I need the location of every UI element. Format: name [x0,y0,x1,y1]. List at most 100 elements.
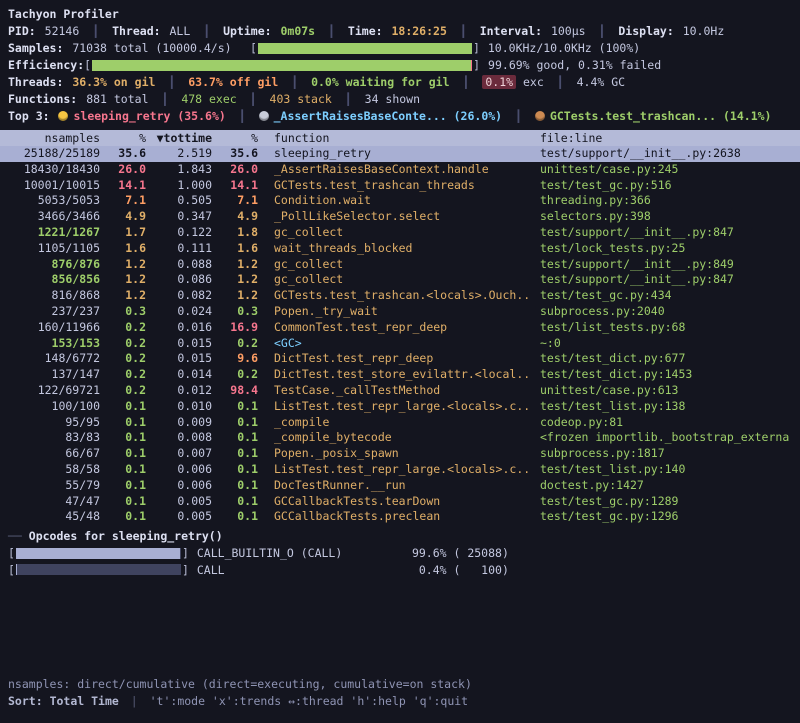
cell-sample-pct: 1.2 [100,288,146,304]
cell-cumulative-pct: 0.1 [212,509,258,525]
uptime-value: 0m07s [280,24,315,38]
table-row[interactable]: 100/100 0.1 0.010 0.1 ListTest.test_repr… [0,399,800,415]
separator: ┃ [161,92,168,106]
cell-nsamples: 153/153 [8,336,100,352]
cell-tottime: 1.000 [146,178,212,194]
cell-function: _compile_bytecode [274,430,532,446]
cell-function: DocTestRunner.__run [274,478,532,494]
table-row[interactable]: 1221/1267 1.7 0.122 1.8 gc_collect test/… [0,225,800,241]
table-row[interactable]: 237/237 0.3 0.024 0.3 Popen._try_wait su… [0,304,800,320]
cell-sample-pct: 0.2 [100,320,146,336]
cell-function: ListTest.test_repr_large.<locals>.c... [274,399,532,415]
cell-file-line: test/test_list.py:140 [540,462,792,478]
table-row[interactable]: 137/147 0.2 0.014 0.2 DictTest.test_stor… [0,367,800,383]
separator: ┃ [557,75,564,89]
table-row[interactable]: 876/876 1.2 0.088 1.2 gc_collect test/su… [0,257,800,273]
opcode-percent: 0.4% ( 100) [397,563,509,577]
table-row[interactable]: 5053/5053 7.1 0.505 7.1 Condition.wait t… [0,193,800,209]
cell-file-line: selectors.py:398 [540,209,792,225]
separator: ┃ [291,75,298,89]
col-header-cumulative-pct[interactable]: % [212,130,258,146]
table-row[interactable]: 95/95 0.1 0.009 0.1 _compile codeop.py:8… [0,415,800,431]
status-line: PID: 52146 ┃ Thread: ALL ┃ Uptime: 0m07s… [0,23,800,40]
cell-function: _compile [274,415,532,431]
cell-cumulative-pct: 9.6 [212,351,258,367]
cell-tottime: 0.012 [146,383,212,399]
table-row[interactable]: 3466/3466 4.9 0.347 4.9 _PollLikeSelecto… [0,209,800,225]
cell-function: gc_collect [274,225,532,241]
cell-function: DictTest.test_repr_deep [274,351,532,367]
table-row[interactable]: 25188/25189 35.6 2.519 35.6 sleeping_ret… [0,146,800,162]
threads-waiting-gil: 0.0% waiting for gil [311,75,449,89]
cell-file-line: subprocess.py:2040 [540,304,792,320]
function-table: nsamples % ▼tottime % function file:line… [0,130,800,525]
top-function-3: GCTests.test_trashcan... (14.1%) [550,109,772,123]
cell-nsamples: 160/11966 [8,320,100,336]
cell-tottime: 0.008 [146,430,212,446]
cell-sample-pct: 1.2 [100,257,146,273]
gold-medal-icon [58,111,68,121]
functions-total: 881 total [86,92,148,106]
cell-tottime: 0.082 [146,288,212,304]
cell-sample-pct: 35.6 [100,146,146,162]
key-hints: 't':mode 'x':trends ↔:thread 'h':help 'q… [150,694,469,708]
silver-medal-icon [259,111,269,121]
functions-label: Functions: [8,92,77,106]
cell-file-line: doctest.py:1427 [540,478,792,494]
cell-tottime: 0.015 [146,351,212,367]
table-row[interactable]: 45/48 0.1 0.005 0.1 GCCallbackTests.prec… [0,509,800,525]
cell-nsamples: 95/95 [8,415,100,431]
table-row[interactable]: 856/856 1.2 0.086 1.2 gc_collect test/su… [0,272,800,288]
opcode-bar-track [16,548,181,559]
table-row[interactable]: 83/83 0.1 0.008 0.1 _compile_bytecode <f… [0,430,800,446]
cell-cumulative-pct: 16.9 [212,320,258,336]
cell-file-line: test/lock_tests.py:25 [540,241,792,257]
table-row[interactable]: 18430/18430 26.0 1.843 26.0 _AssertRaise… [0,162,800,178]
cell-function: gc_collect [274,257,532,273]
cell-sample-pct: 0.1 [100,399,146,415]
cell-file-line: test/test_dict.py:677 [540,351,792,367]
col-header-tottime-sort[interactable]: ▼tottime [146,130,212,146]
threads-off-gil: 63.7% off gil [188,75,278,89]
col-header-function[interactable]: function [274,130,532,146]
table-row[interactable]: 66/67 0.1 0.007 0.1 Popen._posix_spawn s… [0,446,800,462]
cell-tottime: 0.015 [146,336,212,352]
cell-cumulative-pct: 0.1 [212,462,258,478]
cell-file-line: codeop.py:81 [540,415,792,431]
cell-cumulative-pct: 0.1 [212,415,258,431]
cell-file-line: subprocess.py:1817 [540,446,792,462]
cell-sample-pct: 0.2 [100,367,146,383]
table-row[interactable]: 122/69721 0.2 0.012 98.4 TestCase._callT… [0,383,800,399]
functions-shown: 34 shown [365,92,420,106]
table-row[interactable]: 58/58 0.1 0.006 0.1 ListTest.test_repr_l… [0,462,800,478]
cell-file-line: test/test_gc.py:1296 [540,509,792,525]
cell-file-line: unittest/case.py:613 [540,383,792,399]
functions-exec: 478 exec [181,92,236,106]
opcode-name: CALL_BUILTIN_O (CALL) [197,546,397,560]
cell-cumulative-pct: 0.2 [212,336,258,352]
cell-tottime: 0.014 [146,367,212,383]
cell-sample-pct: 26.0 [100,162,146,178]
table-row[interactable]: 148/6772 0.2 0.015 9.6 DictTest.test_rep… [0,351,800,367]
separator: ┃ [239,109,246,123]
cell-cumulative-pct: 1.6 [212,241,258,257]
table-row[interactable]: 47/47 0.1 0.005 0.1 GCCallbackTests.tear… [0,494,800,510]
cell-sample-pct: 0.2 [100,383,146,399]
table-row[interactable]: 153/153 0.2 0.015 0.2 <GC> ~:0 [0,336,800,352]
cell-sample-pct: 4.9 [100,209,146,225]
table-row[interactable]: 55/79 0.1 0.006 0.1 DocTestRunner.__run … [0,478,800,494]
top3-line: Top 3: sleeping_retry (35.6%) ┃ _AssertR… [0,108,800,125]
table-row[interactable]: 816/868 1.2 0.082 1.2 GCTests.test_trash… [0,288,800,304]
cell-nsamples: 10001/10015 [8,178,100,194]
opcode-bar-track [16,564,181,575]
cell-cumulative-pct: 4.9 [212,209,258,225]
separator: ┃ [345,92,352,106]
col-header-sample-pct[interactable]: % [100,130,146,146]
footer-keybar: Sort: Total Time | 't':mode 'x':trends ↔… [0,693,800,710]
table-row[interactable]: 10001/10015 14.1 1.000 14.1 GCTests.test… [0,178,800,194]
col-header-file-line[interactable]: file:line [540,130,792,146]
table-row[interactable]: 1105/1105 1.6 0.111 1.6 wait_threads_blo… [0,241,800,257]
col-header-nsamples[interactable]: nsamples [8,130,100,146]
cell-tottime: 0.007 [146,446,212,462]
table-row[interactable]: 160/11966 0.2 0.016 16.9 CommonTest.test… [0,320,800,336]
